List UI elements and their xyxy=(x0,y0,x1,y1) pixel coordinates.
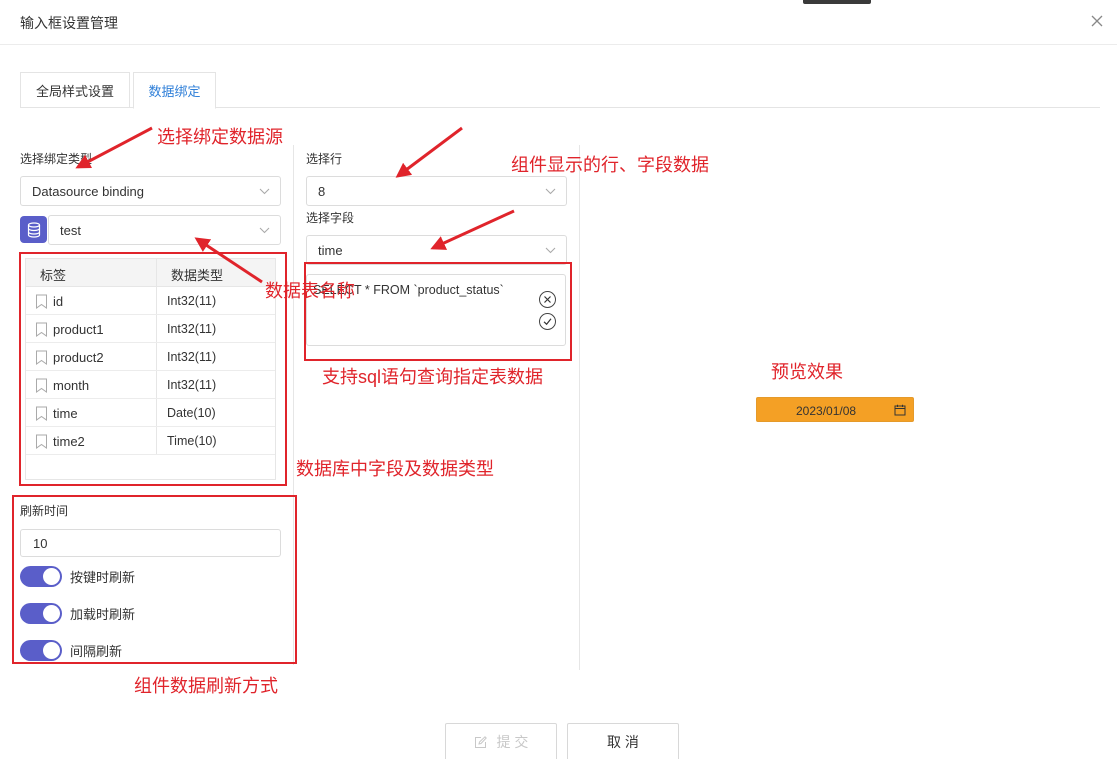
annotation-preview: 预览效果 xyxy=(771,362,843,382)
chevron-down-icon xyxy=(545,245,556,256)
annotation-row-field-data: 组件显示的行、字段数据 xyxy=(511,155,709,175)
annotation-table-name: 数据表名称 xyxy=(265,281,355,301)
table-select[interactable]: test xyxy=(48,215,281,245)
chevron-down-icon xyxy=(259,225,270,236)
annotation-refresh-mode: 组件数据刷新方式 xyxy=(134,676,278,696)
submit-button[interactable]: 提 交 xyxy=(445,723,557,759)
cancel-label: 取 消 xyxy=(607,734,639,750)
calendar-icon xyxy=(894,404,906,416)
tab-bar: 全局样式设置 数据绑定 xyxy=(20,72,1100,109)
row-select-label: 选择行 xyxy=(306,152,343,166)
arrow-row xyxy=(395,126,463,178)
tab-data-binding[interactable]: 数据绑定 xyxy=(133,72,216,109)
field-select[interactable]: time xyxy=(306,235,567,265)
submit-label: 提 交 xyxy=(496,734,529,750)
tab-global-style[interactable]: 全局样式设置 xyxy=(20,72,130,108)
annotation-db-fields: 数据库中字段及数据类型 xyxy=(296,459,494,479)
annotation-sql-support: 支持sql语句查询指定表数据 xyxy=(322,367,544,387)
dialog-title: 输入框设置管理 xyxy=(20,15,118,31)
binding-type-select[interactable]: Datasource binding xyxy=(20,176,281,206)
chevron-down-icon xyxy=(259,186,270,197)
row-select[interactable]: 8 xyxy=(306,176,567,206)
annotation-binding-source: 选择绑定数据源 xyxy=(157,127,283,147)
cancel-button[interactable]: 取 消 xyxy=(567,723,679,759)
preview-date-picker[interactable]: 2023/01/08 xyxy=(756,397,914,422)
close-icon[interactable] xyxy=(1086,10,1108,32)
chevron-down-icon xyxy=(545,186,556,197)
header-divider xyxy=(0,44,1117,45)
binding-type-label: 选择绑定类型 xyxy=(20,152,93,166)
annotation-box-refresh xyxy=(12,495,297,664)
field-select-label: 选择字段 xyxy=(306,211,355,225)
binding-type-value: Datasource binding xyxy=(32,183,145,199)
preview-date-value: 2023/01/08 xyxy=(796,404,857,418)
edit-icon xyxy=(474,735,487,748)
row-value: 8 xyxy=(318,183,326,199)
database-icon xyxy=(20,216,47,243)
column-divider-right xyxy=(579,145,580,670)
field-value: time xyxy=(318,242,343,258)
annotation-box-fields xyxy=(19,252,287,486)
window-handle xyxy=(803,0,871,4)
table-value: test xyxy=(60,222,81,238)
